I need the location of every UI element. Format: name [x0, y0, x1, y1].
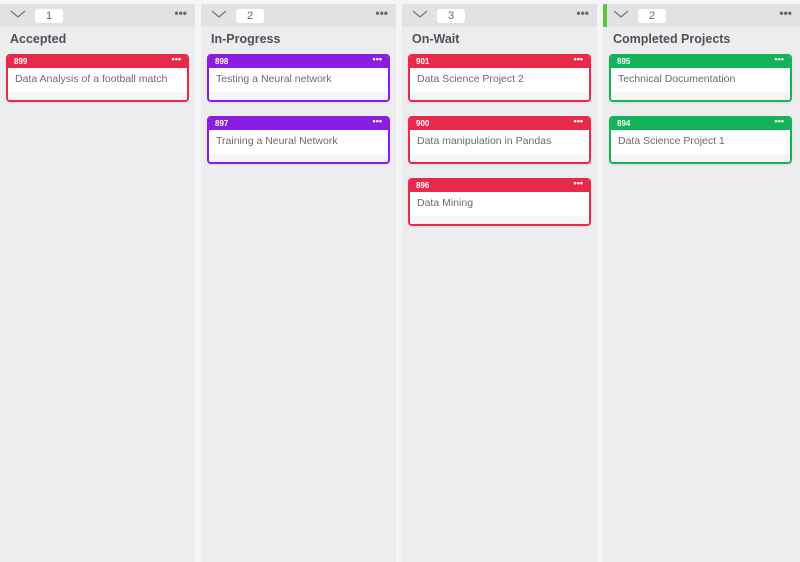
card-id: 896 [416, 181, 430, 190]
card-footer [410, 216, 589, 224]
card-id: 898 [215, 57, 229, 66]
card-menu-button[interactable]: ••• [373, 118, 382, 126]
card-menu-button[interactable]: ••• [574, 56, 583, 64]
task-card[interactable]: 896 ••• Data Mining [408, 178, 591, 226]
card-footer [611, 92, 790, 100]
card-count-badge: 3 [437, 9, 465, 23]
column-header: 2 ••• [201, 4, 396, 27]
card-title: Testing a Neural network [216, 73, 332, 85]
card-footer [410, 154, 589, 162]
card-count-badge: 2 [236, 9, 264, 23]
column-menu-button[interactable]: ••• [174, 6, 187, 20]
task-card[interactable]: 897 ••• Training a Neural Network [207, 116, 390, 164]
chevron-down-icon[interactable] [10, 8, 26, 20]
column-accent-bar [603, 4, 607, 27]
card-id: 900 [416, 119, 430, 128]
column-completed-projects: 2 ••• Completed Projects 895 ••• Technic… [603, 4, 800, 562]
card-footer [410, 92, 589, 100]
card-header: 899 ••• [8, 56, 187, 68]
card-footer [8, 92, 187, 100]
card-footer [611, 154, 790, 162]
card-footer [209, 154, 388, 162]
card-title: Data Analysis of a football match [15, 73, 168, 85]
column-header: 1 ••• [0, 4, 195, 27]
column-in-progress: 2 ••• In-Progress 898 ••• Testing a Neur… [201, 4, 396, 562]
card-header: 895 ••• [611, 56, 790, 68]
task-card[interactable]: 900 ••• Data manipulation in Pandas [408, 116, 591, 164]
card-title: Data Science Project 1 [618, 135, 725, 147]
card-id: 897 [215, 119, 229, 128]
card-id: 899 [14, 57, 28, 66]
column-menu-button[interactable]: ••• [779, 6, 792, 20]
kanban-board: 1 ••• Accepted 899 ••• Data Analysis of … [0, 0, 800, 562]
task-card[interactable]: 894 ••• Data Science Project 1 [609, 116, 792, 164]
card-footer [209, 92, 388, 100]
chevron-down-icon[interactable] [211, 8, 227, 20]
card-header: 900 ••• [410, 118, 589, 130]
card-header: 894 ••• [611, 118, 790, 130]
card-count-badge: 2 [638, 9, 666, 23]
column-title: Completed Projects [613, 32, 731, 46]
column-title: Accepted [10, 32, 67, 46]
card-count-badge: 1 [35, 9, 63, 23]
card-menu-button[interactable]: ••• [172, 56, 181, 64]
task-card[interactable]: 901 ••• Data Science Project 2 [408, 54, 591, 102]
card-menu-button[interactable]: ••• [775, 56, 784, 64]
task-card[interactable]: 899 ••• Data Analysis of a football matc… [6, 54, 189, 102]
card-id: 901 [416, 57, 430, 66]
chevron-down-icon[interactable] [412, 8, 428, 20]
chevron-down-icon[interactable] [613, 8, 629, 20]
card-id: 895 [617, 57, 631, 66]
card-title: Training a Neural Network [216, 135, 338, 147]
card-header: 896 ••• [410, 180, 589, 192]
card-title: Data manipulation in Pandas [417, 135, 552, 147]
card-menu-button[interactable]: ••• [373, 56, 382, 64]
task-card[interactable]: 898 ••• Testing a Neural network [207, 54, 390, 102]
card-title: Data Science Project 2 [417, 73, 524, 85]
column-menu-button[interactable]: ••• [375, 6, 388, 20]
column-header: 2 ••• [603, 4, 800, 27]
card-title: Technical Documentation [618, 73, 736, 85]
card-header: 898 ••• [209, 56, 388, 68]
card-header: 901 ••• [410, 56, 589, 68]
column-on-wait: 3 ••• On-Wait 901 ••• Data Science Proje… [402, 4, 597, 562]
task-card[interactable]: 895 ••• Technical Documentation [609, 54, 792, 102]
column-accepted: 1 ••• Accepted 899 ••• Data Analysis of … [0, 4, 195, 562]
column-title: In-Progress [211, 32, 281, 46]
card-menu-button[interactable]: ••• [574, 118, 583, 126]
card-menu-button[interactable]: ••• [775, 118, 784, 126]
card-id: 894 [617, 119, 631, 128]
card-menu-button[interactable]: ••• [574, 180, 583, 188]
column-menu-button[interactable]: ••• [576, 6, 589, 20]
column-title: On-Wait [412, 32, 460, 46]
card-title: Data Mining [417, 197, 474, 209]
column-header: 3 ••• [402, 4, 597, 27]
card-header: 897 ••• [209, 118, 388, 130]
